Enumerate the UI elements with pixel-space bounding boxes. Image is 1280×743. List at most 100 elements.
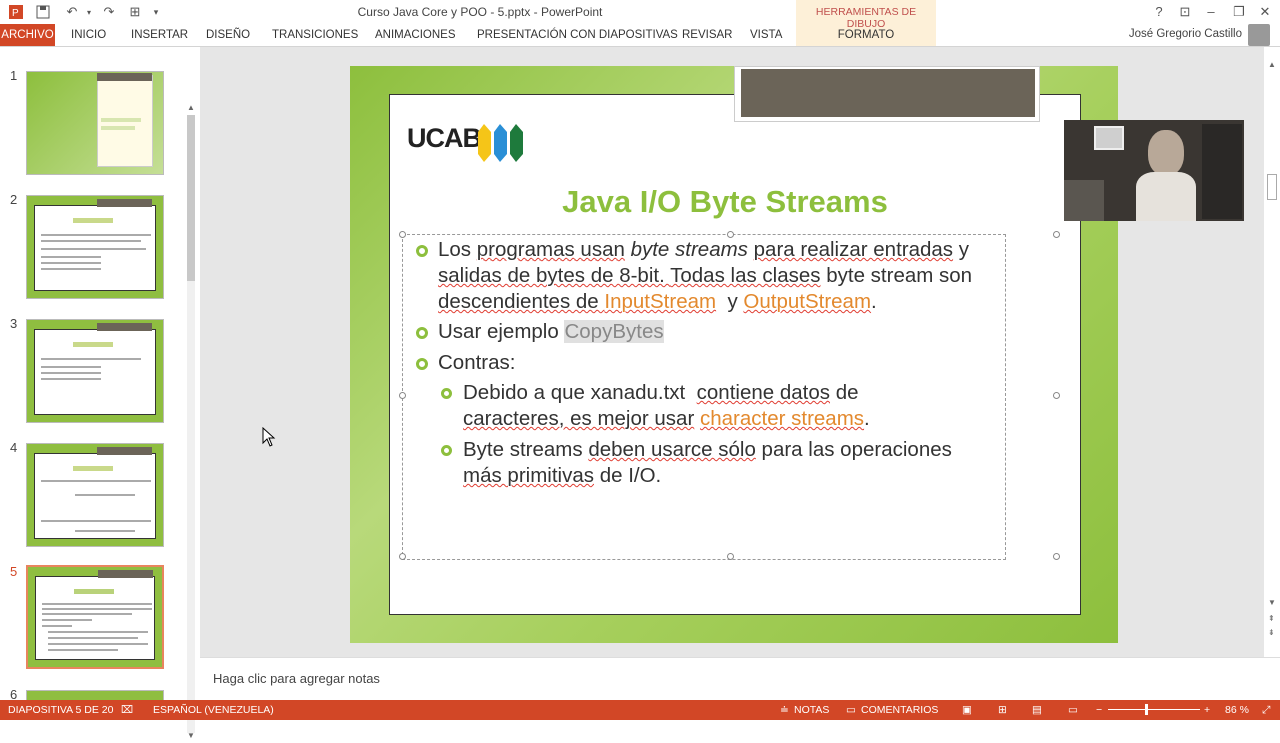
mouse-cursor-icon (262, 427, 276, 447)
thumbnail-scrollbar[interactable]: ▲ ▼ (184, 103, 198, 743)
bullet-1-pre: Los (438, 238, 477, 261)
slide-title[interactable]: Java I/O Byte Streams (500, 184, 950, 220)
slideshow-icon[interactable]: ▭ (1068, 704, 1078, 716)
previous-slide-icon[interactable]: ⇞ (1268, 614, 1275, 623)
fit-slide-icon[interactable]: ⤢ (1262, 704, 1270, 717)
next-slide-icon[interactable]: ⇟ (1268, 628, 1275, 637)
powerpoint-logo-icon: P (8, 2, 24, 22)
character-streams-link[interactable]: character streams (700, 407, 864, 430)
slide-thumbnail-pane: 1 2 3 4 5 6 ▲ ▼ (0, 47, 200, 740)
sub-bullet-1-c: de (830, 381, 859, 404)
zoom-level[interactable]: 86 % (1225, 704, 1249, 716)
outputstream-link[interactable]: OutputStream (743, 290, 871, 313)
avatar[interactable] (1248, 24, 1270, 46)
customize-qat-icon[interactable]: ▾ (150, 2, 162, 22)
tab-revisar[interactable]: REVISAR (682, 24, 733, 46)
bullet-1-y: y (716, 290, 744, 313)
ribbon-tabs: ARCHIVO INICIO INSERTAR DISEÑO TRANSICIO… (0, 24, 1280, 46)
normal-view-icon[interactable]: ▣ (962, 704, 972, 716)
bullet-1-word3: y (953, 238, 970, 261)
presentation-start-icon[interactable]: ⊞ (126, 2, 144, 22)
notes-placeholder[interactable]: Haga clic para agregar notas (213, 671, 380, 686)
bullet-1-line2c: byte stream son (820, 264, 973, 287)
tab-diseno[interactable]: DISEÑO (206, 24, 250, 46)
sub-bullet-1-a: Debido a que xanadu.txt (463, 381, 697, 404)
thumbnail-number: 1 (10, 68, 18, 83)
bullet-icon (416, 245, 428, 257)
slide-thumbnail-5[interactable] (26, 565, 164, 669)
tab-archivo[interactable]: ARCHIVO (0, 24, 55, 46)
ucab-logo-icon (478, 124, 523, 162)
restore-icon[interactable]: ❐ (1228, 2, 1250, 22)
spell-check-icon[interactable]: ⌧ (121, 704, 133, 716)
slide-thumbnail-2[interactable] (26, 195, 164, 299)
slide-thumbnail-4[interactable] (26, 443, 164, 547)
webcam-overlay (1064, 120, 1244, 221)
slide-sorter-icon[interactable]: ⊞ (998, 704, 1007, 716)
scroll-down-icon[interactable]: ▼ (187, 731, 195, 740)
language-label[interactable]: ESPAÑOL (VENEZUELA) (153, 704, 274, 716)
slide-canvas[interactable]: UCAB Java I/O Byte Streams Los programas… (350, 66, 1118, 643)
thumbnail-number: 2 (10, 192, 18, 207)
tab-insertar[interactable]: INSERTAR (131, 24, 188, 46)
sub-bullet-1-text: Debido a que xanadu.txt contiene datos d… (463, 380, 1043, 432)
redo-icon[interactable]: ↷ (100, 2, 118, 22)
zoom-in-icon[interactable]: + (1204, 704, 1210, 716)
slide-scrollbar[interactable]: ▲ ▼ ⇞ ⇟ (1264, 56, 1280, 646)
slide-counter: DIAPOSITIVA 5 DE 20 (8, 704, 114, 716)
scroll-down-icon[interactable]: ▼ (1268, 598, 1276, 607)
sub-bullet-icon (441, 445, 452, 456)
tab-vista[interactable]: VISTA (750, 24, 782, 46)
bullet-icon (416, 358, 428, 370)
header-bar-shape[interactable] (734, 66, 1040, 122)
sub-bullet-2-b: deben usarce sólo (588, 438, 756, 461)
undo-icon[interactable]: ↶ (62, 2, 82, 22)
undo-dropdown-icon[interactable]: ▾ (84, 2, 94, 22)
bullet-1-line3a: descendientes de (438, 290, 605, 313)
thumbnail-number: 4 (10, 440, 18, 455)
slide-thumbnail-3[interactable] (26, 319, 164, 423)
bullet-3-text: Contras: (438, 351, 516, 374)
bullet-1-line2a: salidas de bytes de 8-bit. (438, 264, 671, 287)
sub-bullet-2-c: para las operaciones (755, 438, 952, 461)
tab-presentacion[interactable]: PRESENTACIÓN CON DIAPOSITIVAS (477, 24, 678, 46)
scroll-up-icon[interactable]: ▲ (187, 103, 195, 112)
notes-button[interactable]: NOTAS (794, 704, 829, 716)
close-icon[interactable]: ✕ (1254, 2, 1276, 22)
notes-pane[interactable]: Haga clic para agregar notas (200, 657, 1280, 700)
comments-icon[interactable]: ▭ (846, 704, 856, 716)
ribbon-display-icon[interactable]: ⊡ (1174, 2, 1196, 22)
bullet-1-end: . (871, 290, 877, 313)
zoom-out-icon[interactable]: − (1096, 704, 1102, 716)
sub-bullet-1-b: contiene datos (696, 381, 830, 404)
sub-bullet-1-line2: caracteres, es mejor usar (463, 407, 695, 430)
status-bar: DIAPOSITIVA 5 DE 20 ⌧ ESPAÑOL (VENEZUELA… (0, 700, 1280, 720)
title-bar: P ↶ ▾ ↷ ⊞ ▾ Curso Java Core y POO - 5.pp… (0, 0, 1280, 24)
bullet-2-text: Usar ejemplo CopyBytes (438, 319, 664, 345)
notes-icon[interactable]: ≐ (780, 704, 789, 716)
bullet-1-word1: programas usan (476, 238, 625, 261)
copybytes-highlight: CopyBytes (564, 320, 664, 343)
thumbnail-number: 3 (10, 316, 18, 331)
reading-view-icon[interactable]: ▤ (1032, 704, 1042, 716)
tab-formato[interactable]: FORMATO (796, 24, 936, 46)
tab-transiciones[interactable]: TRANSICIONES (272, 24, 358, 46)
zoom-slider[interactable] (1108, 709, 1200, 710)
window-title: Curso Java Core y POO - 5.pptx - PowerPo… (357, 5, 603, 19)
minimize-icon[interactable]: – (1200, 2, 1222, 22)
bullet-1-word2: para realizar entradas (753, 238, 954, 261)
slide-thumbnail-6[interactable] (26, 690, 164, 700)
sub-bullet-1-end: . (864, 407, 870, 430)
sub-bullet-2-line2b: de I/O. (594, 464, 662, 487)
tab-inicio[interactable]: INICIO (71, 24, 106, 46)
bullet-1-italic: byte streams (624, 238, 754, 261)
slide-thumbnail-1[interactable] (26, 71, 164, 175)
zoom-slider-handle[interactable] (1145, 704, 1148, 715)
inputstream-link[interactable]: InputStream (604, 290, 716, 313)
scroll-up-icon[interactable]: ▲ (1268, 60, 1276, 69)
tab-animaciones[interactable]: ANIMACIONES (375, 24, 456, 46)
comments-button[interactable]: COMENTARIOS (861, 704, 938, 716)
help-icon[interactable]: ? (1148, 2, 1170, 22)
save-icon[interactable] (34, 2, 52, 22)
user-name[interactable]: José Gregorio Castillo (1129, 28, 1242, 40)
